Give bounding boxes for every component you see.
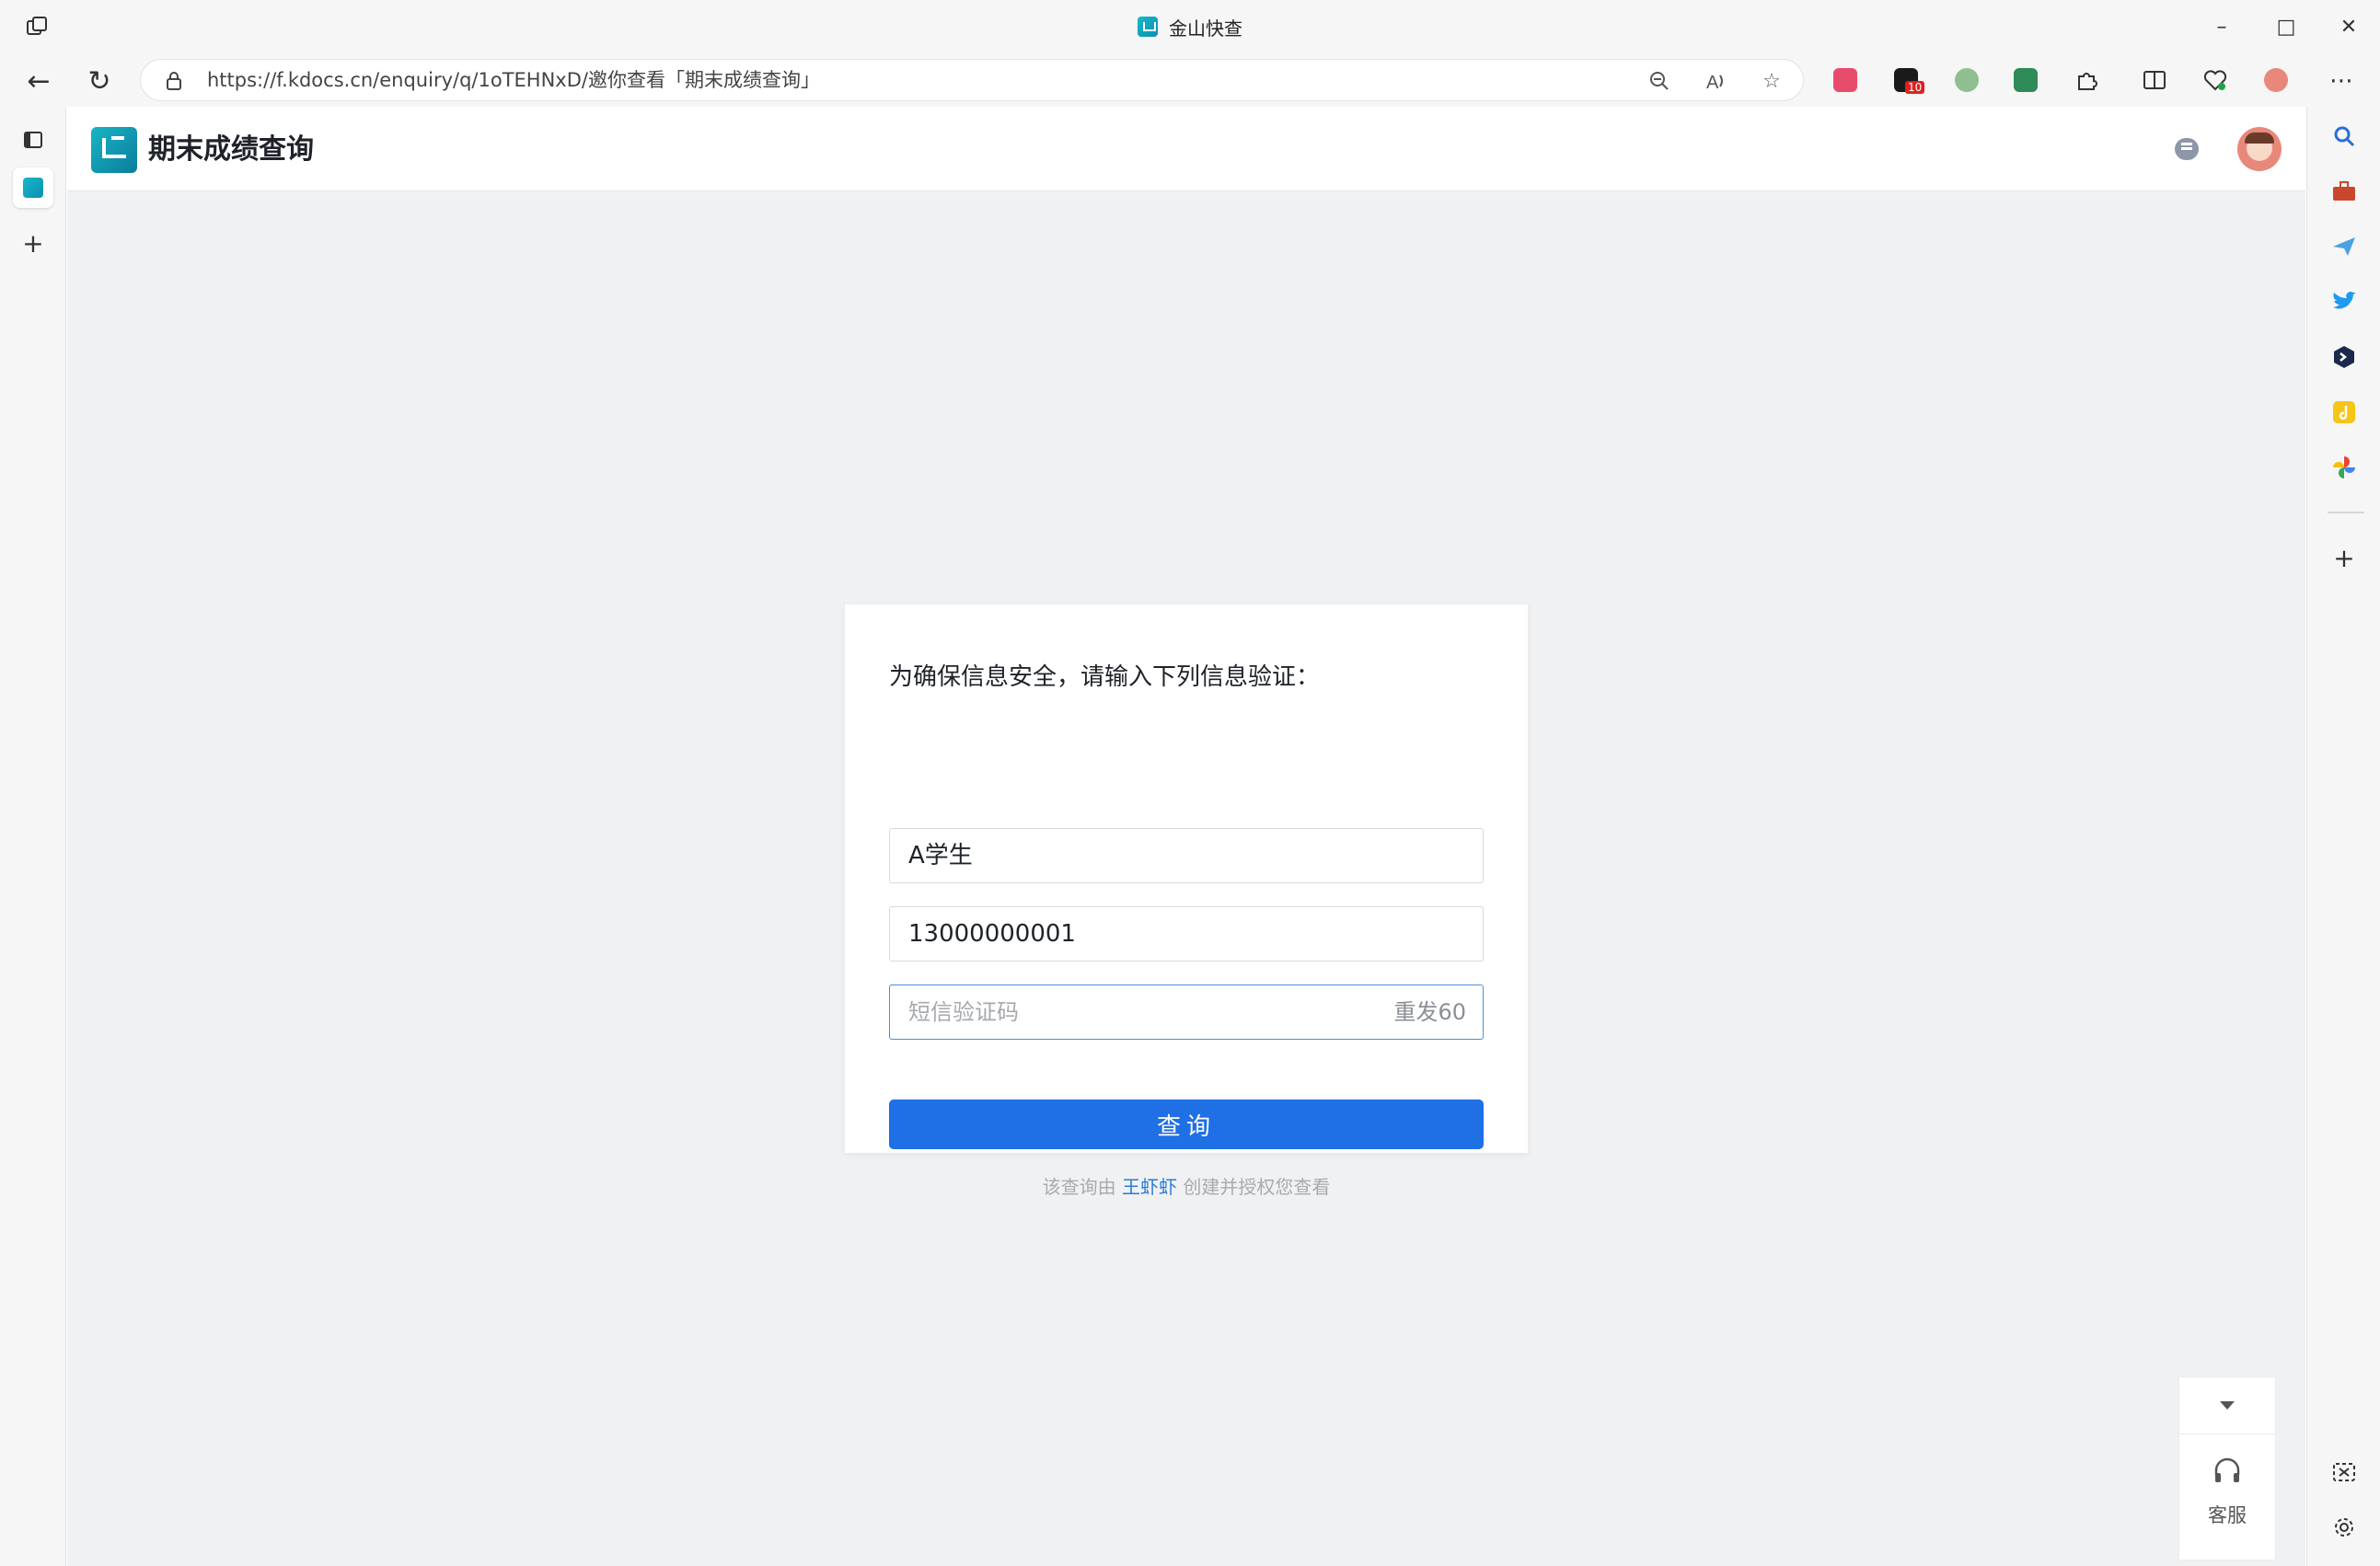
headphones-icon xyxy=(2214,1457,2240,1482)
app-title: 期末成绩查询 xyxy=(148,133,314,166)
edge-sidebar: + xyxy=(2306,107,2380,1566)
close-window-button[interactable]: ✕ xyxy=(2316,0,2380,53)
s-extension-icon[interactable] xyxy=(2010,64,2041,96)
window-title: 金山快查 xyxy=(1169,17,1242,40)
sms-code-input[interactable]: 短信验证码 重发60 xyxy=(889,985,1484,1040)
verification-prompt: 为确保信息安全，请输入下列信息验证： xyxy=(889,663,1321,691)
page-content: 期末成绩查询 为确保信息安全，请输入下列信息验证： A学生 1300000000… xyxy=(67,107,2305,1566)
name-field[interactable]: A学生 xyxy=(889,828,1484,883)
floating-help-panel: 客服 xyxy=(2178,1376,2276,1560)
message-icon[interactable] xyxy=(2175,138,2199,160)
collapse-arrow-icon[interactable] xyxy=(2179,1377,2275,1434)
phone-field[interactable]: 13000000001 xyxy=(889,906,1484,961)
new-tab-button[interactable]: + xyxy=(13,223,53,263)
sidebar-twitter-icon[interactable] xyxy=(2328,285,2361,318)
sidebar-search-icon[interactable] xyxy=(2328,120,2361,153)
green-dot-extension-icon[interactable] xyxy=(1951,64,1982,96)
address-bar[interactable]: https://f.kdocs.cn/enquiry/q/1oTEHNxD/邀你… xyxy=(140,59,1804,101)
sidebar-screenshot-icon[interactable] xyxy=(2328,1456,2361,1489)
window-title-wrap: 金山快查 xyxy=(0,0,2380,53)
extensions-puzzle-icon[interactable] xyxy=(2071,64,2102,96)
resend-code-button[interactable]: 重发60 xyxy=(1393,985,1466,1039)
refresh-button[interactable]: ↻ xyxy=(81,63,118,99)
customer-service-label: 客服 xyxy=(2208,1504,2247,1526)
verification-card: 为确保信息安全，请输入下列信息验证： A学生 13000000001 短信验证码… xyxy=(845,605,1528,1198)
tab-favicon-icon xyxy=(23,178,43,198)
profile-avatar-icon[interactable] xyxy=(2260,64,2292,96)
notification-extension-icon[interactable]: 10 xyxy=(1890,64,1925,96)
back-button[interactable]: ← xyxy=(20,63,57,99)
browser-essentials-icon[interactable] xyxy=(2200,64,2231,96)
sms-code-placeholder: 短信验证码 xyxy=(908,999,1019,1025)
customer-service-button[interactable]: 客服 xyxy=(2179,1434,2275,1560)
extension-badge: 10 xyxy=(1905,81,1925,94)
tab-actions-icon[interactable] xyxy=(13,120,53,160)
split-screen-icon[interactable] xyxy=(2139,64,2170,96)
sidebar-add-icon[interactable]: + xyxy=(2328,541,2361,574)
read-aloud-icon[interactable]: A xyxy=(1700,64,1733,98)
lock-icon[interactable] xyxy=(165,71,183,91)
sidebar-pinwheel-icon[interactable] xyxy=(2328,451,2361,484)
credit-prefix: 该查询由 xyxy=(1042,1176,1116,1198)
creator-name-link[interactable]: 王虾虾 xyxy=(1122,1176,1177,1198)
sidebar-settings-gear-icon[interactable] xyxy=(2328,1511,2361,1544)
vertical-tab-strip: + xyxy=(0,107,66,1566)
app-header: 期末成绩查询 xyxy=(67,107,2305,191)
title-bar: 金山快查 – □ ✕ xyxy=(0,0,2380,53)
sidebar-dev-icon[interactable] xyxy=(2328,340,2361,374)
name-field-value: A学生 xyxy=(908,842,973,869)
phone-field-value: 13000000001 xyxy=(908,920,1076,948)
query-submit-button[interactable]: 查询 xyxy=(889,1100,1484,1149)
translate-extension-icon[interactable] xyxy=(1830,64,1861,96)
navigation-bar: ← ↻ https://f.kdocs.cn/enquiry/q/1oTEHNx… xyxy=(0,53,2380,107)
app-favicon-icon xyxy=(1138,17,1158,37)
more-menu-button[interactable]: ⋯ xyxy=(2323,63,2360,99)
tab-jinshan-kuaicha[interactable] xyxy=(13,167,53,208)
minimize-button[interactable]: – xyxy=(2189,0,2255,53)
maximize-button[interactable]: □ xyxy=(2253,0,2319,53)
sidebar-send-icon[interactable] xyxy=(2328,230,2361,263)
favorite-star-icon[interactable]: ☆ xyxy=(1755,64,1788,98)
user-avatar[interactable] xyxy=(2237,127,2282,171)
app-logo-icon xyxy=(91,127,137,173)
sidebar-toolbox-icon[interactable] xyxy=(2328,175,2361,208)
credit-suffix: 创建并授权您查看 xyxy=(1183,1176,1331,1198)
svg-text:A: A xyxy=(1706,73,1719,92)
url-text[interactable]: https://f.kdocs.cn/enquiry/q/1oTEHNxD/邀你… xyxy=(207,60,820,100)
sidebar-music-icon[interactable] xyxy=(2328,396,2361,429)
zoom-out-icon[interactable] xyxy=(1643,64,1676,98)
sidebar-separator xyxy=(2328,512,2364,513)
creator-credit: 该查询由 王虾虾 创建并授权您查看 xyxy=(845,1172,1528,1199)
